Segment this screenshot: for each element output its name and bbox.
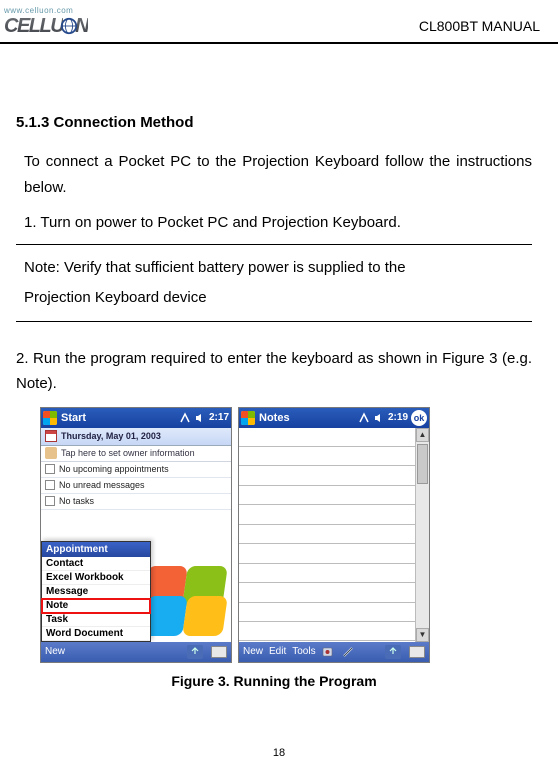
pocketpc-screenshot-notes: Notes 2:19 ok ▲ <box>238 407 430 663</box>
titlebar-title: Start <box>61 412 175 424</box>
vertical-scrollbar[interactable]: ▲ ▼ <box>415 428 429 642</box>
brand-globe-icon <box>60 17 78 35</box>
speaker-icon <box>373 412 385 424</box>
speaker-icon <box>194 412 206 424</box>
sip-keyboard-icon[interactable] <box>409 646 425 658</box>
section-heading: 5.1.3 Connection Method <box>16 114 532 131</box>
titlebar: Notes 2:19 ok <box>239 408 429 428</box>
note-line-1: Note: Verify that sufficient battery pow… <box>24 253 532 283</box>
popup-item-message[interactable]: Message <box>42 585 150 599</box>
date-band: Thursday, May 01, 2003 <box>41 428 231 446</box>
titlebar-title: Notes <box>259 412 354 424</box>
brand-block: www.celluon.com CELLU N <box>4 6 88 38</box>
owner-icon <box>45 447 57 459</box>
brand-url: www.celluon.com <box>4 6 73 15</box>
connectivity-icon <box>358 412 370 424</box>
note-box: Note: Verify that sufficient battery pow… <box>16 244 532 322</box>
figure-row: Start 2:17 Thursday, May 01, 2003 Tap he… <box>40 407 532 663</box>
brand-logo: CELLU N <box>4 15 88 38</box>
command-bar: New <box>41 642 231 662</box>
step-1: 1. Turn on power to Pocket PC and Projec… <box>16 210 532 236</box>
scroll-up-button[interactable]: ▲ <box>416 428 429 442</box>
windows-background-icon <box>145 566 225 636</box>
popup-header: Appointment <box>42 542 150 557</box>
today-row-text: No upcoming appointments <box>59 464 169 474</box>
tasks-icon <box>45 496 55 506</box>
new-button[interactable]: New <box>243 646 263 657</box>
status-area: 2:19 ok <box>358 410 427 426</box>
appointments-icon <box>45 464 55 474</box>
popup-item-contact[interactable]: Contact <box>42 557 150 571</box>
owner-info-row[interactable]: Tap here to set owner information <box>41 446 231 462</box>
popup-item-excel[interactable]: Excel Workbook <box>42 571 150 585</box>
new-item-popup: Appointment Contact Excel Workbook Messa… <box>41 541 151 642</box>
page-header: www.celluon.com CELLU N CL800BT MANUAL <box>0 0 558 44</box>
clock-time: 2:17 <box>209 412 229 423</box>
today-row-text: No tasks <box>59 496 94 506</box>
status-area: 2:17 <box>179 412 229 424</box>
popup-item-task[interactable]: Task <box>42 613 150 627</box>
new-button[interactable]: New <box>45 646 65 657</box>
windows-flag-icon <box>241 411 255 425</box>
windows-flag-icon <box>43 411 57 425</box>
intro-paragraph: To connect a Pocket PC to the Projection… <box>16 149 532 200</box>
owner-text: Tap here to set owner information <box>61 448 195 458</box>
pocketpc-screenshot-start: Start 2:17 Thursday, May 01, 2003 Tap he… <box>40 407 232 663</box>
popup-item-word[interactable]: Word Document <box>42 627 150 641</box>
brand-text-left: CELLU <box>4 15 63 38</box>
command-bar: New Edit Tools <box>239 642 429 662</box>
today-row[interactable]: No tasks <box>41 494 231 510</box>
date-text: Thursday, May 01, 2003 <box>61 431 161 441</box>
pen-mode-icon[interactable] <box>342 646 356 658</box>
today-row-text: No unread messages <box>59 480 145 490</box>
clock-time: 2:19 <box>388 412 408 423</box>
titlebar: Start 2:17 <box>41 408 231 428</box>
note-writing-area[interactable] <box>239 428 415 642</box>
edit-button[interactable]: Edit <box>269 646 286 657</box>
scroll-track[interactable] <box>416 442 429 628</box>
record-icon[interactable] <box>322 646 336 658</box>
sync-icon[interactable] <box>385 645 401 659</box>
page-content: 5.1.3 Connection Method To connect a Poc… <box>0 44 558 689</box>
today-row[interactable]: No upcoming appointments <box>41 462 231 478</box>
page-number: 18 <box>0 747 558 759</box>
screen-body: ▲ ▼ <box>239 428 429 642</box>
scroll-thumb[interactable] <box>417 444 428 484</box>
step-2: 2. Run the program required to enter the… <box>16 346 532 397</box>
sync-icon[interactable] <box>187 645 203 659</box>
scroll-down-button[interactable]: ▼ <box>416 628 429 642</box>
screen-body: Thursday, May 01, 2003 Tap here to set o… <box>41 428 231 642</box>
note-line-2: Projection Keyboard device <box>24 283 532 313</box>
ok-button[interactable]: ok <box>411 410 427 426</box>
today-row[interactable]: No unread messages <box>41 478 231 494</box>
popup-item-note[interactable]: Note <box>42 599 150 613</box>
calendar-icon <box>45 430 57 442</box>
document-title: CL800BT MANUAL <box>419 18 540 38</box>
connectivity-icon <box>179 412 191 424</box>
figure-caption: Figure 3. Running the Program <box>16 673 532 689</box>
messages-icon <box>45 480 55 490</box>
sip-keyboard-icon[interactable] <box>211 646 227 658</box>
tools-button[interactable]: Tools <box>292 646 315 657</box>
